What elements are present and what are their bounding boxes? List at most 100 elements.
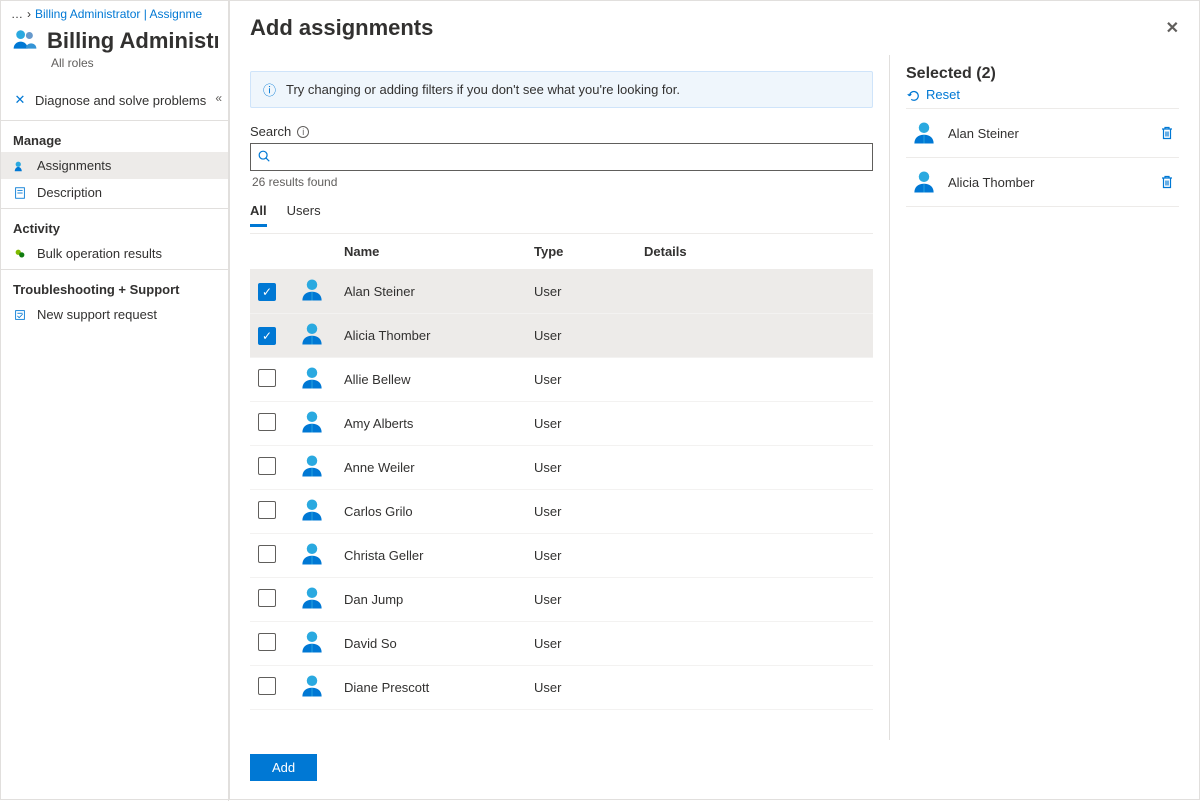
table-row[interactable]: Diane PrescottUser	[250, 666, 873, 710]
description-icon	[13, 186, 27, 200]
row-checkbox[interactable]	[258, 413, 276, 431]
row-name: Amy Alberts	[336, 402, 526, 446]
row-name: Diane Prescott	[336, 666, 526, 710]
row-type: User	[526, 666, 636, 710]
page-title: Billing Administrato	[47, 28, 218, 54]
nav-section-troubleshoot: Troubleshooting + Support	[1, 272, 228, 301]
nav-section-activity: Activity	[1, 211, 228, 240]
row-type: User	[526, 446, 636, 490]
row-details	[636, 314, 873, 358]
row-type: User	[526, 578, 636, 622]
breadcrumb-link[interactable]: Billing Administrator | Assignme	[35, 7, 202, 21]
row-checkbox[interactable]	[258, 327, 276, 345]
tab-users[interactable]: Users	[287, 203, 321, 227]
col-type[interactable]: Type	[526, 234, 636, 270]
table-row[interactable]: David SoUser	[250, 622, 873, 666]
table-row[interactable]: Anne WeilerUser	[250, 446, 873, 490]
row-checkbox[interactable]	[258, 545, 276, 563]
table-row[interactable]: Amy AlbertsUser	[250, 402, 873, 446]
search-label: Search	[250, 124, 291, 139]
results-table: Name Type Details Alan SteinerUserAlicia…	[250, 234, 873, 710]
row-name: Carlos Grilo	[336, 490, 526, 534]
table-row[interactable]: Alan SteinerUser	[250, 270, 873, 314]
row-checkbox[interactable]	[258, 369, 276, 387]
selected-name: Alan Steiner	[948, 126, 1149, 141]
assignments-icon	[13, 159, 27, 173]
undo-icon	[906, 88, 920, 102]
collapse-sidebar-button[interactable]: «	[215, 91, 222, 105]
breadcrumb-ellipsis[interactable]: …	[11, 7, 23, 21]
add-button[interactable]: Add	[250, 754, 317, 781]
remove-selected-button[interactable]	[1159, 125, 1175, 141]
row-details	[636, 578, 873, 622]
page-subtitle: All roles	[1, 56, 228, 82]
person-icon	[298, 556, 326, 571]
bulk-icon	[13, 247, 27, 261]
row-checkbox[interactable]	[258, 677, 276, 695]
info-bar: ⓘ Try changing or adding filters if you …	[250, 71, 873, 108]
nav-section-manage: Manage	[1, 123, 228, 152]
row-name: Allie Bellew	[336, 358, 526, 402]
add-assignments-panel: Add assignments ✕ ⓘ Try changing or addi…	[229, 1, 1199, 799]
remove-selected-button[interactable]	[1159, 174, 1175, 190]
tab-all[interactable]: All	[250, 203, 267, 227]
row-checkbox[interactable]	[258, 501, 276, 519]
search-input[interactable]	[275, 150, 866, 165]
table-row[interactable]: Alicia ThomberUser	[250, 314, 873, 358]
selected-name: Alicia Thomber	[948, 175, 1149, 190]
col-details[interactable]: Details	[636, 234, 873, 270]
table-row[interactable]: Carlos GriloUser	[250, 490, 873, 534]
close-icon[interactable]: ✕	[1166, 18, 1179, 38]
row-type: User	[526, 402, 636, 446]
support-icon	[13, 308, 27, 322]
row-name: Alicia Thomber	[336, 314, 526, 358]
selected-item: Alan Steiner	[906, 108, 1179, 158]
row-type: User	[526, 358, 636, 402]
row-checkbox[interactable]	[258, 589, 276, 607]
row-checkbox[interactable]	[258, 633, 276, 651]
nav-description[interactable]: Description	[1, 179, 228, 206]
diagnose-icon: ✕	[13, 92, 27, 108]
row-details	[636, 490, 873, 534]
person-icon	[298, 380, 326, 395]
row-details	[636, 358, 873, 402]
table-row[interactable]: Christa GellerUser	[250, 534, 873, 578]
nav-bulk-results[interactable]: Bulk operation results	[1, 240, 228, 267]
info-icon: ⓘ	[263, 80, 276, 99]
row-name: Anne Weiler	[336, 446, 526, 490]
table-row[interactable]: Allie BellewUser	[250, 358, 873, 402]
person-icon	[298, 644, 326, 659]
person-icon	[298, 424, 326, 439]
nav-assignments[interactable]: Assignments	[1, 152, 228, 179]
search-icon	[257, 149, 271, 166]
breadcrumb[interactable]: … › Billing Administrator | Assignme	[1, 1, 228, 21]
diagnose-link[interactable]: ✕ Diagnose and solve problems	[1, 82, 228, 118]
person-icon	[298, 688, 326, 703]
table-row[interactable]: Dan JumpUser	[250, 578, 873, 622]
row-details	[636, 270, 873, 314]
row-name: David So	[336, 622, 526, 666]
nav-support-request[interactable]: New support request	[1, 301, 228, 328]
selected-heading: Selected (2)	[906, 65, 1179, 83]
row-details	[636, 666, 873, 710]
person-icon	[910, 168, 938, 196]
row-name: Christa Geller	[336, 534, 526, 578]
row-details	[636, 622, 873, 666]
row-details	[636, 402, 873, 446]
results-count: 26 results found	[250, 171, 873, 193]
results-scroll[interactable]: Name Type Details Alan SteinerUserAlicia…	[250, 233, 873, 740]
row-details	[636, 534, 873, 578]
row-type: User	[526, 270, 636, 314]
row-name: Alan Steiner	[336, 270, 526, 314]
info-icon[interactable]: i	[297, 126, 309, 138]
selected-item: Alicia Thomber	[906, 158, 1179, 207]
row-checkbox[interactable]	[258, 457, 276, 475]
row-type: User	[526, 314, 636, 358]
row-checkbox[interactable]	[258, 283, 276, 301]
reset-button[interactable]: Reset	[906, 87, 1179, 102]
person-icon	[910, 119, 938, 147]
person-icon	[298, 292, 326, 307]
panel-title: Add assignments	[250, 15, 433, 41]
col-name[interactable]: Name	[336, 234, 526, 270]
row-details	[636, 446, 873, 490]
